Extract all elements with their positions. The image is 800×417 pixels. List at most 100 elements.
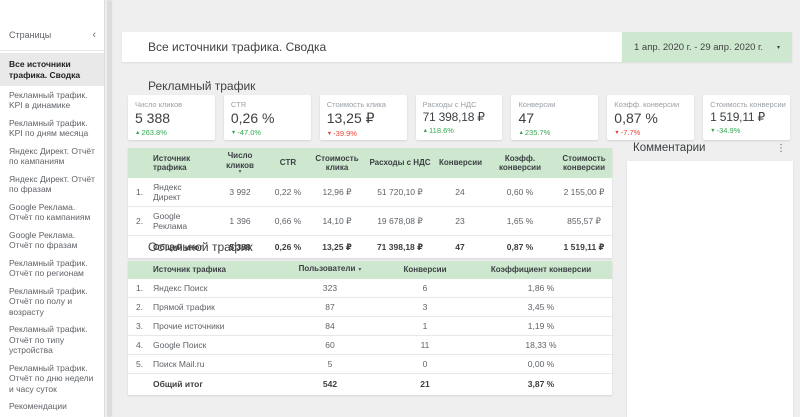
scorecard-label: Стоимость клика bbox=[327, 100, 400, 109]
comments-title: Комментарии bbox=[633, 142, 705, 154]
scorecard-value: 5 388 bbox=[135, 110, 208, 126]
cell-users: 84 bbox=[280, 316, 380, 335]
cell-conversions: 6 bbox=[380, 279, 470, 298]
scorecard-label: Стоимость конверсии bbox=[710, 100, 783, 109]
row-number bbox=[128, 236, 150, 259]
delta-badge: ▲235.7% bbox=[518, 128, 591, 137]
cell-conv-rate: 1,65 % bbox=[484, 207, 556, 236]
cell-conversions: 1 bbox=[380, 316, 470, 335]
row-number-header bbox=[128, 261, 150, 279]
cell-source: Яндекс Директ bbox=[150, 178, 214, 207]
row-number: 2. bbox=[128, 297, 150, 316]
sidebar-item-yandex-campaigns[interactable]: Яндекс Директ. Отчёт по кампаниям bbox=[0, 142, 104, 170]
scorecard-value: 1 519,11 ₽ bbox=[710, 110, 783, 124]
table-total-row: Общий итог 542 21 3,87 % bbox=[128, 373, 612, 395]
scrollbar-thumb[interactable] bbox=[107, 0, 112, 417]
scorecard-conversions: Конверсии 47 ▲235.7% bbox=[511, 95, 598, 140]
sidebar-item-all-sources-summary[interactable]: Все источники трафика. Сводка bbox=[0, 53, 104, 86]
date-range-picker[interactable]: 1 апр. 2020 г. - 29 апр. 2020 г. ▾ bbox=[622, 32, 792, 62]
col-header-cpc[interactable]: Стоимость клика bbox=[310, 148, 364, 178]
sidebar-item-google-phrases[interactable]: Google Реклама. Отчёт по фразам bbox=[0, 226, 104, 254]
cell-conv-rate: 0,00 % bbox=[470, 354, 612, 373]
scorecard-cpc: Стоимость клика 13,25 ₽ ▼-39.9% bbox=[320, 95, 407, 140]
col-header-spend[interactable]: Расходы с НДС bbox=[364, 148, 436, 178]
table-row: 4. Google Поиск 60 11 18,33 % bbox=[128, 335, 612, 354]
table-row: 3. Прочие источники 84 1 1,19 % bbox=[128, 316, 612, 335]
row-number: 3. bbox=[128, 316, 150, 335]
page-title: Все источники трафика. Сводка bbox=[148, 40, 326, 54]
scorecard-spend: Расходы с НДС 71 398,18 ₽ ▲118.6% bbox=[416, 95, 503, 140]
row-number: 4. bbox=[128, 335, 150, 354]
col-header-clicks[interactable]: Число кликов▾ bbox=[214, 148, 266, 178]
sidebar-item-ad-gender-age[interactable]: Рекламный трафик. Отчёт по полу и возрас… bbox=[0, 282, 104, 321]
col-header-source[interactable]: Источник трафика bbox=[150, 148, 214, 178]
delta-badge: ▼-7.7% bbox=[614, 128, 687, 137]
col-header-cpa[interactable]: Стоимость конверсии bbox=[556, 148, 612, 178]
total-cpc: 13,25 ₽ bbox=[310, 236, 364, 259]
sidebar-item-ad-regions[interactable]: Рекламный трафик. Отчёт по регионам bbox=[0, 254, 104, 282]
total-label: Общий итог bbox=[150, 373, 280, 395]
sidebar-item-ad-day-hour[interactable]: Рекламный трафик. Отчёт по дню недели и … bbox=[0, 359, 104, 398]
scorecard-label: Коэфф. конверсии bbox=[614, 100, 687, 109]
sidebar-title: Страницы bbox=[9, 30, 51, 40]
cell-clicks: 1 396 bbox=[214, 207, 266, 236]
delta-value: -39.9% bbox=[333, 129, 357, 138]
scorecard-cpa: Стоимость конверсии 1 519,11 ₽ ▼-34.9% bbox=[703, 95, 790, 140]
section-title-other-traffic: Остальной трафик bbox=[148, 240, 253, 254]
table-row: 1. Яндекс Директ 3 992 0,22 % 12,96 ₽ 51… bbox=[128, 178, 612, 207]
cell-conversions: 0 bbox=[380, 354, 470, 373]
cell-conv-rate: 18,33 % bbox=[470, 335, 612, 354]
table-row: 5. Поиск Mail.ru 5 0 0,00 % bbox=[128, 354, 612, 373]
cell-source: Прямой трафик bbox=[150, 297, 280, 316]
sidebar-item-ad-device-type[interactable]: Рекламный трафик. Отчёт по типу устройст… bbox=[0, 321, 104, 360]
cell-source: Яндекс Поиск bbox=[150, 279, 280, 298]
trend-down-icon: ▼ bbox=[710, 128, 715, 134]
total-conv-rate: 3,87 % bbox=[470, 373, 612, 395]
date-range-value: 1 апр. 2020 г. - 29 апр. 2020 г. bbox=[634, 42, 763, 53]
cell-cpa: 855,57 ₽ bbox=[556, 207, 612, 236]
kebab-menu-icon[interactable]: ⋮ bbox=[773, 143, 789, 154]
collapse-sidebar-icon[interactable]: ‹ bbox=[92, 31, 96, 39]
delta-badge: ▼-47.0% bbox=[231, 128, 304, 137]
sort-desc-icon: ▾ bbox=[358, 267, 361, 273]
sidebar-item-ad-kpi-dynamics[interactable]: Рекламный трафик. KPI в динамике bbox=[0, 86, 104, 114]
cell-source: Google Реклама bbox=[150, 207, 214, 236]
delta-badge: ▼-34.9% bbox=[710, 126, 783, 135]
total-conversions: 21 bbox=[380, 373, 470, 395]
col-header-users[interactable]: Пользователи▾ bbox=[280, 261, 380, 279]
total-ctr: 0,26 % bbox=[266, 236, 310, 259]
sidebar-item-yandex-phrases[interactable]: Яндекс Директ. Отчёт по фразам bbox=[0, 170, 104, 198]
sidebar-item-google-campaigns[interactable]: Google Реклама. Отчёт по кампаниям bbox=[0, 198, 104, 226]
trend-up-icon: ▲ bbox=[135, 130, 140, 136]
cell-spend: 19 678,08 ₽ bbox=[364, 207, 436, 236]
col-header-ctr[interactable]: CTR bbox=[266, 148, 310, 178]
other-traffic-table: Источник трафика Пользователи▾ Конверсии… bbox=[128, 261, 612, 395]
cell-cpa: 2 155,00 ₽ bbox=[556, 178, 612, 207]
cell-conversions: 24 bbox=[436, 178, 484, 207]
vertical-scrollbar[interactable] bbox=[106, 0, 113, 417]
sidebar-item-ad-kpi-by-day[interactable]: Рекламный трафик. KPI по дням месяца bbox=[0, 114, 104, 142]
cell-conversions: 23 bbox=[436, 207, 484, 236]
cell-ctr: 0,22 % bbox=[266, 178, 310, 207]
cell-users: 323 bbox=[280, 279, 380, 298]
row-number: 2. bbox=[128, 207, 150, 236]
sidebar-item-recommendations[interactable]: Рекомендации bbox=[0, 398, 104, 416]
col-header-source[interactable]: Источник трафика bbox=[150, 261, 280, 279]
comments-header: Комментарии ⋮ bbox=[627, 142, 793, 154]
col-header-label: Пользователи bbox=[299, 264, 356, 273]
delta-badge: ▲118.6% bbox=[423, 126, 496, 135]
cell-clicks: 3 992 bbox=[214, 178, 266, 207]
chevron-down-icon: ▾ bbox=[777, 44, 780, 51]
col-header-conv-rate[interactable]: Коэфф. конверсии bbox=[484, 148, 556, 178]
col-header-conversions[interactable]: Конверсии bbox=[380, 261, 470, 279]
trend-up-icon: ▲ bbox=[518, 130, 523, 136]
report-title-bar: Все источники трафика. Сводка bbox=[122, 32, 622, 62]
col-header-conversions[interactable]: Конверсии bbox=[436, 148, 484, 178]
cell-conversions: 11 bbox=[380, 335, 470, 354]
delta-value: -47.0% bbox=[237, 128, 261, 137]
scorecard-clicks: Число кликов 5 388 ▲263.8% bbox=[128, 95, 215, 140]
cell-conversions: 3 bbox=[380, 297, 470, 316]
col-header-conv-rate[interactable]: Коэффициент конверсии bbox=[470, 261, 612, 279]
cell-users: 5 bbox=[280, 354, 380, 373]
row-number: 1. bbox=[128, 178, 150, 207]
